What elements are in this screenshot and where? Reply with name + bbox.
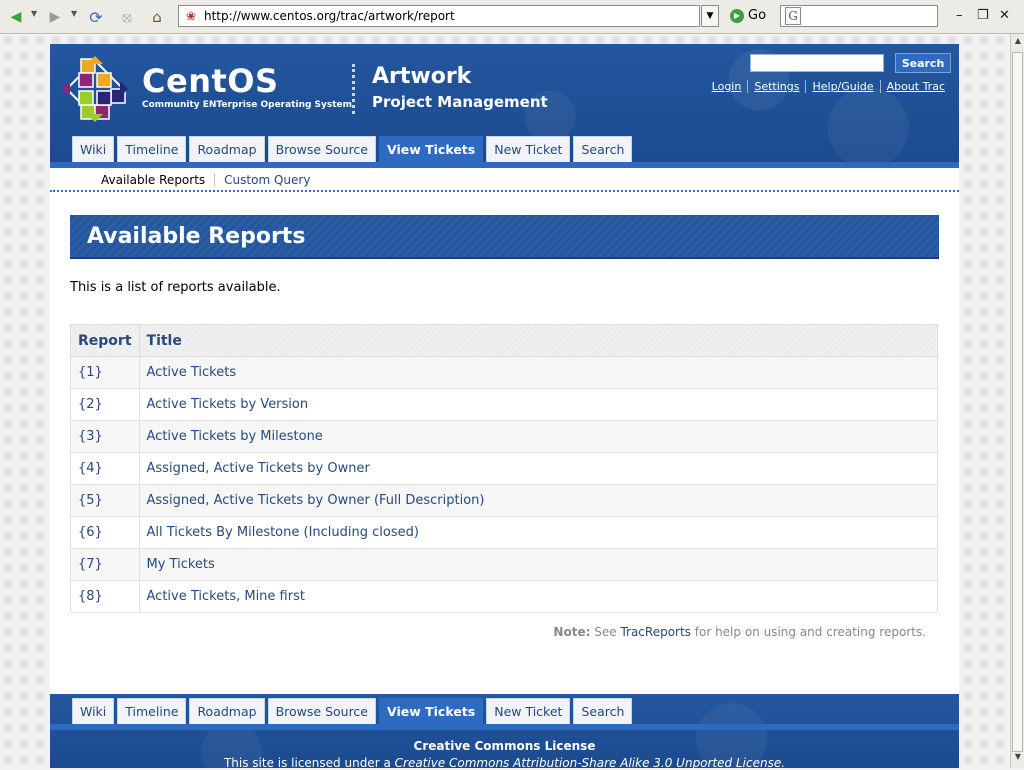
table-row[interactable]: {7} My Tickets	[70, 548, 939, 581]
tab-browse-source[interactable]: Browse Source	[267, 136, 376, 162]
url-text[interactable]: http://www.centos.org/trac/artwork/repor…	[204, 9, 455, 23]
stop-icon[interactable]: ⦻	[117, 7, 137, 27]
vertical-scrollbar[interactable]: ▲ ▼	[1010, 34, 1024, 768]
report-title-link[interactable]: Active Tickets	[138, 356, 939, 389]
report-title-link[interactable]: Active Tickets, Mine first	[138, 580, 939, 613]
tab-roadmap[interactable]: Roadmap	[189, 136, 265, 162]
report-id-link[interactable]: {8}	[70, 580, 140, 613]
footer-tab-view-tickets[interactable]: View Tickets	[379, 698, 484, 724]
reports-table-body: {1} Active Tickets {2} Active Tickets by Ve…	[70, 356, 939, 613]
forward-history-dropdown-icon[interactable]: ▼	[71, 9, 77, 18]
tab-new-ticket[interactable]: New Ticket	[486, 136, 571, 162]
footer-tab-roadmap[interactable]: Roadmap	[189, 698, 265, 724]
footer-tab-browse-source[interactable]: Browse Source	[267, 698, 376, 724]
note-label: Note:	[553, 625, 591, 639]
tab-view-tickets[interactable]: View Tickets	[379, 136, 484, 162]
context-nav: Available Reports Custom Query	[50, 170, 959, 192]
license-title: Creative Commons License	[413, 739, 596, 753]
back-history-dropdown-icon[interactable]: ▼	[31, 9, 37, 18]
page-title: Available Reports	[87, 224, 306, 249]
url-history-dropdown-icon[interactable]: ▼	[701, 5, 719, 27]
page-title-bar: Available Reports	[70, 215, 939, 259]
metanav-login[interactable]: Login	[706, 80, 748, 93]
meta-nav: Login Settings Help/Guide About Trac	[706, 80, 951, 93]
metanav-about[interactable]: About Trac	[879, 80, 951, 93]
table-row[interactable]: {1} Active Tickets	[70, 356, 939, 389]
report-title-link[interactable]: Active Tickets by Version	[138, 388, 939, 421]
go-button[interactable]: ▶ Go	[730, 8, 766, 23]
tab-search[interactable]: Search	[573, 136, 633, 162]
reports-table: Report Title {1} Active Tickets {2} Active …	[70, 324, 939, 613]
scrollbar-thumb[interactable]	[1012, 52, 1023, 752]
go-label: Go	[748, 8, 767, 23]
footer-tab-timeline[interactable]: Timeline	[117, 698, 187, 724]
logo-separator	[352, 64, 355, 114]
table-row[interactable]: {8} Active Tickets, Mine first	[70, 580, 939, 613]
report-title-link[interactable]: Assigned, Active Tickets by Owner (Full …	[138, 484, 939, 517]
reload-icon[interactable]: ⟳	[86, 7, 106, 27]
centos-logo-icon[interactable]	[60, 54, 130, 124]
main-nav-strip	[50, 162, 959, 168]
minimize-icon[interactable]: –	[956, 8, 963, 23]
report-title-link[interactable]: My Tickets	[138, 548, 939, 581]
tab-timeline[interactable]: Timeline	[117, 136, 187, 162]
report-id-link[interactable]: {2}	[70, 388, 140, 421]
go-arrow-icon: ▶	[730, 8, 744, 23]
table-row[interactable]: {2} Active Tickets by Version	[70, 388, 939, 421]
forward-arrow-icon[interactable]: ▶	[45, 7, 65, 27]
table-header-row: Report Title	[70, 324, 939, 357]
table-row[interactable]: {4} Assigned, Active Tickets by Owner	[70, 452, 939, 485]
table-row[interactable]: {5} Assigned, Active Tickets by Owner (Fu…	[70, 484, 939, 517]
help-note: Note: See TracReports for help on using …	[553, 625, 926, 639]
footer-nav-strip	[50, 724, 959, 730]
footer-nav: Wiki Timeline Roadmap Browse Source View…	[72, 698, 633, 724]
report-id-link[interactable]: {7}	[70, 548, 140, 581]
main-nav: Wiki Timeline Roadmap Browse Source View…	[72, 136, 633, 162]
restore-icon[interactable]: ❐	[977, 8, 989, 23]
column-header-title[interactable]: Title	[138, 324, 939, 357]
close-icon[interactable]: ✕	[999, 8, 1010, 23]
ctxnav-available-reports: Available Reports	[101, 173, 206, 187]
table-row[interactable]: {6} All Tickets By Milestone (Including c…	[70, 516, 939, 549]
scroll-down-icon[interactable]: ▼	[1012, 752, 1024, 766]
metanav-help[interactable]: Help/Guide	[805, 80, 879, 93]
report-title-link[interactable]: All Tickets By Milestone (Including clos…	[138, 516, 939, 549]
site-footer: Wiki Timeline Roadmap Browse Source View…	[50, 694, 959, 770]
column-header-report[interactable]: Report	[70, 324, 140, 357]
footer-tab-wiki[interactable]: Wiki	[72, 698, 115, 724]
google-search-input[interactable]: G	[780, 5, 938, 27]
site-favicon-icon: ❀	[185, 9, 197, 23]
intro-text: This is a list of reports available.	[70, 280, 281, 295]
trac-reports-link[interactable]: TracReports	[620, 625, 690, 639]
back-arrow-icon[interactable]: ◀	[6, 7, 26, 27]
address-bar[interactable]: ❀ http://www.centos.org/trac/artwork/rep…	[178, 5, 700, 27]
project-subtitle: Project Management	[372, 93, 548, 111]
report-title-link[interactable]: Active Tickets by Milestone	[138, 420, 939, 453]
ctxnav-custom-query[interactable]: Custom Query	[214, 173, 319, 187]
footer-tab-search[interactable]: Search	[573, 698, 633, 724]
home-icon[interactable]: ⌂	[147, 7, 167, 27]
table-row[interactable]: {3} Active Tickets by Milestone	[70, 420, 939, 453]
google-engine-icon[interactable]: G	[785, 7, 801, 25]
metanav-settings[interactable]: Settings	[747, 80, 805, 93]
note-post: for help on using and creating reports.	[694, 625, 926, 639]
note-pre: See	[594, 625, 617, 639]
site-search-input[interactable]	[750, 54, 884, 72]
site-search-button[interactable]: Search	[895, 53, 951, 73]
browser-toolbar: ◀ ▼ ▶ ▼ ⟳ ⦻ ⌂ ❀ http://www.centos.org/tr…	[0, 0, 1024, 34]
brand-tagline: Community ENTerprise Operating System	[142, 100, 353, 110]
report-title-link[interactable]: Assigned, Active Tickets by Owner	[138, 452, 939, 485]
tab-wiki[interactable]: Wiki	[72, 136, 115, 162]
brand-name[interactable]: CentOS	[142, 62, 279, 100]
footer-tab-new-ticket[interactable]: New Ticket	[486, 698, 571, 724]
report-id-link[interactable]: {3}	[70, 420, 140, 453]
trac-page: CentOS Community ENTerprise Operating Sy…	[50, 44, 959, 770]
scroll-up-icon[interactable]: ▲	[1012, 36, 1024, 50]
report-id-link[interactable]: {6}	[70, 516, 140, 549]
report-id-link[interactable]: {4}	[70, 452, 140, 485]
report-id-link[interactable]: {1}	[70, 356, 140, 389]
project-name: Artwork	[372, 64, 472, 89]
report-id-link[interactable]: {5}	[70, 484, 140, 517]
site-header: CentOS Community ENTerprise Operating Sy…	[50, 44, 959, 164]
